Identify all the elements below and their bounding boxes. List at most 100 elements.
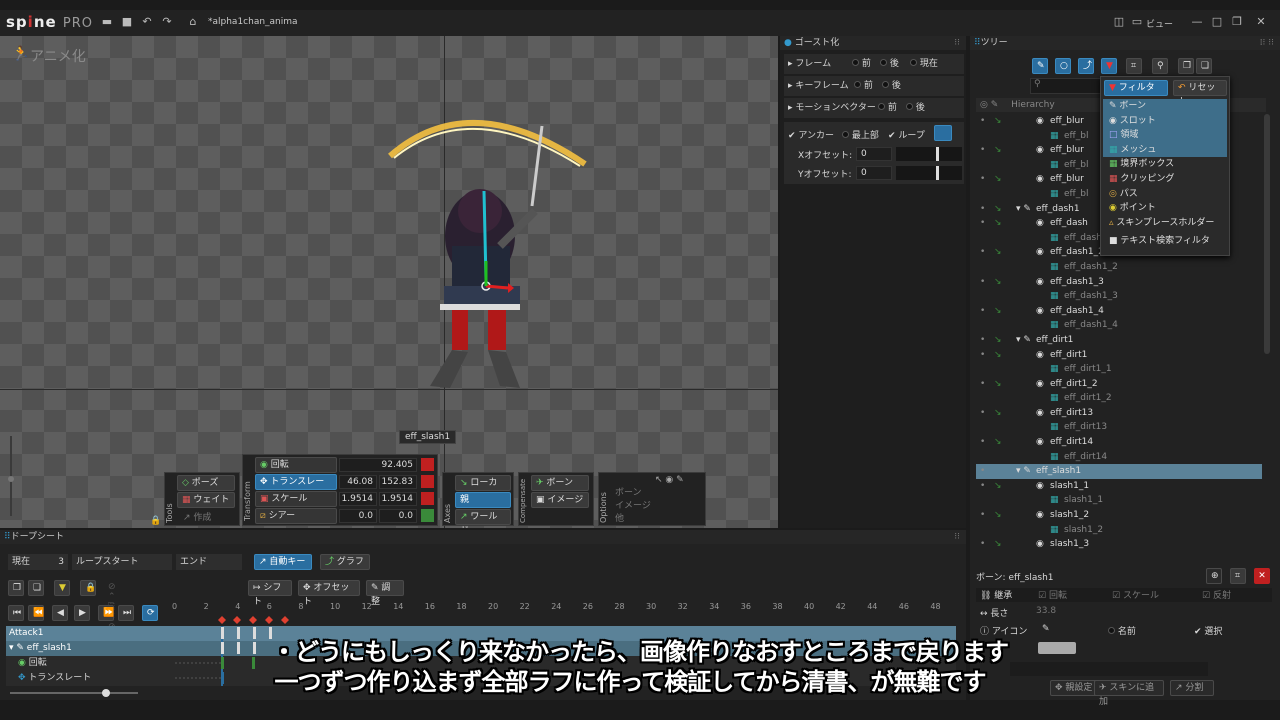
shear-y-value[interactable]: 0.0	[379, 509, 417, 523]
create-tool-button[interactable]: ↗ 作成	[183, 510, 211, 523]
shear-key-icon[interactable]	[421, 509, 434, 522]
filter-button[interactable]: ▼ フィルター	[1104, 80, 1168, 107]
timeline-ruler[interactable]: 0 2 4 6 8 10 12 14 16 18 20 22 24 26 28 30 32 34 36 38 40 42 4…	[170, 602, 960, 614]
filter-menu-item[interactable]: ◎ パス	[1103, 187, 1227, 202]
filter-menu-item[interactable]: ◉ ポイント	[1103, 201, 1227, 216]
compensate-image-button[interactable]: ▣ イメージ	[531, 492, 589, 508]
key-icon[interactable]: ↘	[994, 216, 1002, 231]
visibility-icon[interactable]: •	[980, 406, 985, 421]
shear-x-value[interactable]: 0.0	[339, 509, 377, 523]
visibility-icon[interactable]: •	[980, 245, 985, 260]
filter-menu-item[interactable]: ▦ 境界ボックス	[1103, 157, 1227, 172]
tree-item[interactable]: • ↘ ◉ slash1_2	[976, 508, 1262, 523]
inherit-reflect-checkbox[interactable]: ☑ 反射	[1202, 588, 1231, 601]
loop-checkbox[interactable]: ✔ ループ	[888, 128, 925, 141]
x-offset-slider[interactable]	[896, 147, 962, 161]
visibility-icon[interactable]: •	[980, 537, 985, 552]
translate-key-icon[interactable]	[421, 475, 434, 488]
tree-item[interactable]: • ↘ ◉ slash1_1	[976, 479, 1262, 494]
visibility-icon[interactable]: •	[980, 377, 985, 392]
filter-menu-item[interactable]: ■ テキスト検索フィルタ	[1103, 234, 1227, 249]
filter-menu-item[interactable]: □ 領域	[1103, 128, 1227, 143]
offset-button[interactable]: ✥ オフセット	[298, 580, 360, 607]
last-frame-icon[interactable]: ⏭	[118, 605, 134, 621]
filter-menu-item[interactable]: ▵ スキンプレースホルダー	[1103, 216, 1227, 231]
visibility-icon[interactable]: •	[980, 202, 985, 217]
key-icon[interactable]: ↘	[994, 435, 1002, 450]
key-icon[interactable]: ↘	[994, 406, 1002, 421]
scale-y-value[interactable]: 1.9514	[379, 492, 417, 506]
tree-item[interactable]: ▦ eff_dirt1_1	[976, 362, 1262, 377]
tree-search-icon[interactable]: ⚲	[1152, 58, 1168, 74]
translate-y-value[interactable]: 152.83	[379, 475, 417, 489]
visibility-icon[interactable]: •	[980, 304, 985, 319]
visibility-icon[interactable]: •	[980, 333, 985, 348]
copy-key-icon[interactable]: ❐	[8, 580, 24, 596]
zoom-slider[interactable]	[5, 416, 17, 526]
key-icon[interactable]: ↘	[994, 479, 1002, 494]
visibility-icon[interactable]: •	[980, 143, 985, 158]
rotate-key-icon[interactable]	[421, 458, 434, 471]
ghost-frames-row[interactable]: ▸ フレーム 前 後 現在	[784, 54, 964, 74]
top-checkbox[interactable]: 最上部	[842, 128, 879, 141]
filter-menu-item[interactable]: ◉ スロット	[1103, 113, 1227, 129]
tree-item[interactable]: ▦ slash1_2	[976, 523, 1262, 538]
auto-key-button[interactable]: ↗ 自動キー	[254, 554, 312, 570]
visibility-icon[interactable]: •	[980, 348, 985, 363]
tree-attachment-filter-icon[interactable]: ⤴	[1078, 58, 1094, 74]
weight-tool-button[interactable]: ▦ ウェイト	[177, 492, 235, 508]
first-frame-icon[interactable]: ⏮	[8, 605, 24, 621]
translate-tool-button[interactable]: ✥ トランスレート	[255, 474, 337, 501]
loop-start-field[interactable]: ループスタート	[72, 554, 172, 570]
tree-item[interactable]: ▦ eff_dirt1_2	[976, 391, 1262, 406]
key-icon[interactable]: ↘	[994, 202, 1002, 217]
viewport[interactable]: 🏃 アニメ化 eff_slash1 🔒 Tools ◇ ポーズ ▦ ウェイト ↗…	[0, 36, 778, 528]
length-field[interactable]: 33.8	[1036, 606, 1116, 616]
view-menu[interactable]: ビュー	[1146, 17, 1173, 30]
y-offset-slider[interactable]	[896, 166, 962, 180]
visibility-icon[interactable]: •	[980, 114, 985, 129]
layout-icon[interactable]: ◫	[1112, 15, 1126, 29]
inherit-scale-checkbox[interactable]: ☑ スケール	[1112, 588, 1159, 601]
properties-edit-icon[interactable]: ⌗	[1230, 568, 1246, 584]
axes-world-button[interactable]: ↗ ワールド	[455, 509, 511, 528]
ghost-keyframes-row[interactable]: ▸ キーフレーム 前 後	[784, 76, 964, 96]
end-field[interactable]: エンド	[176, 554, 242, 570]
paste-key-icon[interactable]: ❏	[28, 580, 44, 596]
current-frame-field[interactable]: 現在 3	[8, 554, 68, 570]
axes-local-button[interactable]: ↘ ローカル	[455, 475, 511, 502]
close-icon[interactable]: ✕	[1254, 15, 1268, 29]
lock-icon[interactable]: 🔒	[150, 516, 161, 526]
adjust-button[interactable]: ✎ 調整	[366, 580, 404, 607]
tree-item[interactable]: • ↘ ◉ eff_dash1_3	[976, 275, 1262, 290]
tree-paste-icon[interactable]: ❏	[1196, 58, 1212, 74]
key-icon[interactable]: ↘	[994, 304, 1002, 319]
save-icon[interactable]: ■	[120, 15, 134, 29]
delete-icon[interactable]: ✕	[1254, 568, 1270, 584]
tree-item[interactable]: ▦ eff_dirt14	[976, 450, 1262, 465]
tree-slot-filter-icon[interactable]: ○	[1055, 58, 1071, 74]
key-icon[interactable]: ↘	[994, 333, 1002, 348]
visibility-icon[interactable]: •	[980, 172, 985, 187]
graph-button[interactable]: ⤴ グラフ	[320, 554, 370, 570]
shift-button[interactable]: ↦ シフト	[248, 580, 292, 607]
view-icon[interactable]: ▭	[1130, 15, 1144, 29]
lock-key-icon[interactable]: 🔒	[80, 580, 96, 596]
tree-item[interactable]: ▦ eff_dash1_3	[976, 289, 1262, 304]
tree-item[interactable]: ▦ eff_dash1_2	[976, 260, 1262, 275]
translate-x-value[interactable]: 46.08	[339, 475, 377, 489]
key-icon[interactable]: ↘	[994, 348, 1002, 363]
tree-scrollbar[interactable]	[1264, 114, 1270, 354]
tree-item[interactable]: • ▾ ✎ eff_slash1	[976, 464, 1262, 479]
visibility-icon[interactable]: •	[980, 216, 985, 231]
play-icon[interactable]: ▶	[74, 605, 90, 621]
character-sprite[interactable]	[380, 96, 600, 396]
tree-item[interactable]: • ↘ ◉ eff_dirt1_2	[976, 377, 1262, 392]
tree-filter-icon[interactable]: ▼	[1101, 58, 1117, 74]
filter-menu-item[interactable]: ▦ メッシュ	[1103, 142, 1227, 158]
key-icon[interactable]: ↘	[994, 143, 1002, 158]
visibility-icon[interactable]: •	[980, 464, 985, 479]
next-frame-icon[interactable]: ⏩	[98, 605, 114, 621]
reset-button[interactable]: ↶ リセット	[1173, 80, 1227, 107]
inherit-rotate-checkbox[interactable]: ☑ 回転	[1038, 588, 1067, 601]
